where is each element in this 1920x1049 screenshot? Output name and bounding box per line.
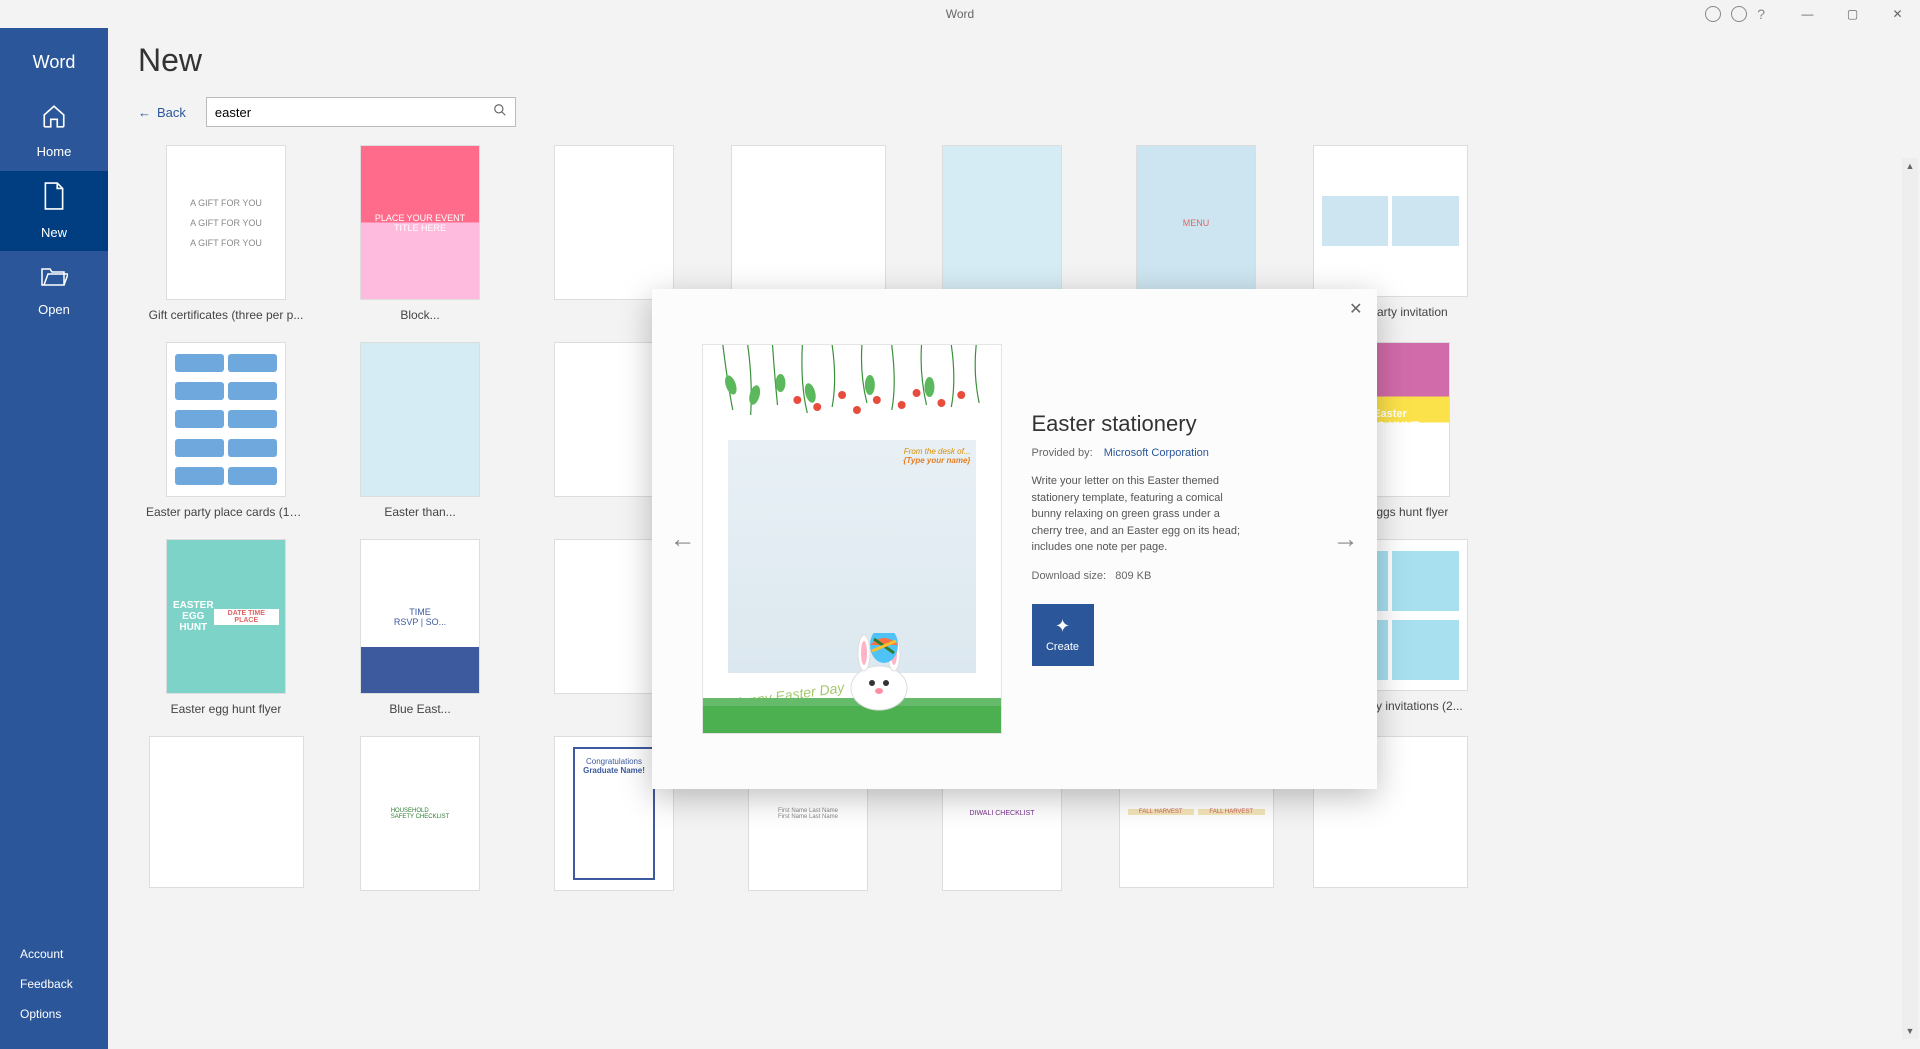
sidebar: Word Home New Open Account Feedback Opti…: [0, 28, 108, 1049]
sidebar-brand: Word: [0, 28, 108, 91]
create-icon: ✦: [1055, 616, 1070, 637]
sidebar-link-feedback[interactable]: Feedback: [0, 969, 108, 999]
minimize-button[interactable]: —: [1785, 0, 1830, 28]
new-icon: [43, 182, 65, 217]
sidebar-link-account[interactable]: Account: [0, 939, 108, 969]
provider-link[interactable]: Microsoft Corporation: [1104, 447, 1209, 459]
prev-template-button[interactable]: ←: [670, 523, 696, 554]
open-icon: [40, 265, 68, 294]
maximize-button[interactable]: ▢: [1830, 0, 1875, 28]
titlebar-controls: ? — ▢ ✕: [1705, 0, 1920, 28]
download-size-label: Download size:: [1032, 570, 1107, 582]
sidebar-item-new[interactable]: New: [0, 171, 108, 251]
template-description: Write your letter on this Easter themed …: [1032, 473, 1242, 556]
sidebar-item-label: New: [41, 225, 67, 240]
help-icon[interactable]: ?: [1757, 6, 1765, 22]
template-preview-image: From the desk of... {Type your name} Hap…: [702, 344, 1002, 734]
titlebar: Word ? — ▢ ✕: [0, 0, 1920, 28]
download-size-value: 809 KB: [1115, 570, 1151, 582]
sidebar-item-label: Open: [38, 302, 70, 317]
template-preview-dialog: ✕ ← →: [652, 289, 1377, 789]
sidebar-item-label: Home: [37, 144, 72, 159]
close-icon[interactable]: ✕: [1349, 299, 1362, 319]
sidebar-item-home[interactable]: Home: [0, 91, 108, 171]
close-button[interactable]: ✕: [1875, 0, 1920, 28]
create-button[interactable]: ✦ Create: [1032, 604, 1094, 666]
face-happy-icon[interactable]: [1705, 6, 1721, 22]
template-preview-overlay: ✕ ← →: [108, 28, 1920, 1049]
template-title: Easter stationery: [1032, 411, 1327, 437]
provided-by-label: Provided by:: [1032, 447, 1093, 459]
app-title: Word: [946, 7, 974, 21]
main-area: New ← Back A GIFT FOR YOUA GIFT FOR YOUA…: [108, 28, 1920, 1049]
next-template-button[interactable]: →: [1333, 523, 1359, 554]
sidebar-link-options[interactable]: Options: [0, 999, 108, 1029]
sidebar-item-open[interactable]: Open: [0, 251, 108, 331]
preview-from-desk: From the desk of...: [903, 447, 970, 456]
home-icon: [41, 103, 67, 136]
face-sad-icon[interactable]: [1731, 6, 1747, 22]
preview-name-placeholder: {Type your name}: [903, 456, 970, 465]
template-info: Easter stationery Provided by: Microsoft…: [1032, 411, 1327, 666]
create-label: Create: [1046, 641, 1079, 653]
